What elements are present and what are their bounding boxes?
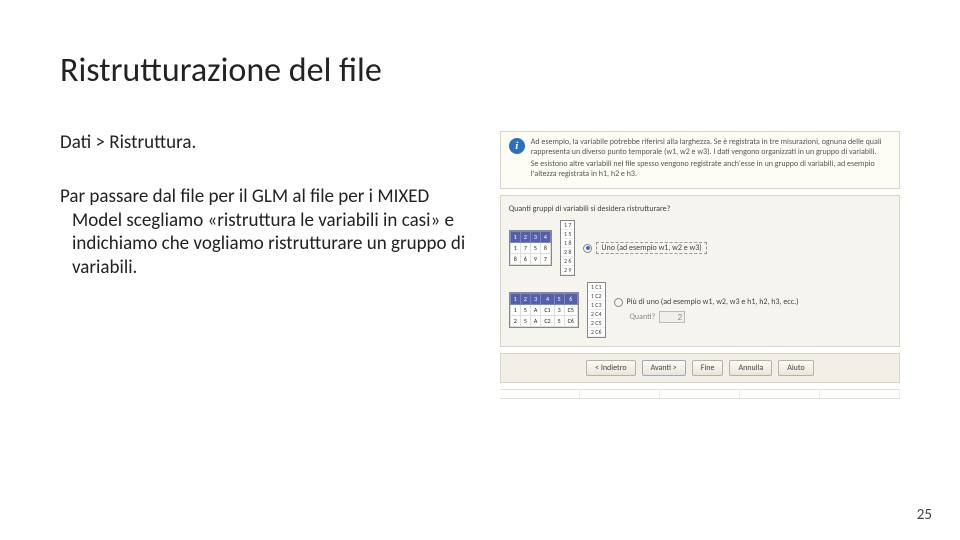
finish-button[interactable]: Fine (692, 360, 724, 376)
option-row-many: 123456 15AC13C5 25AC25C6 1 C11 C21 C3 2 … (509, 282, 891, 338)
count-input[interactable] (659, 311, 685, 323)
thumb-long-1: 1 71 51 8 2 82 62 9 (560, 220, 575, 276)
info-panel: i Ad esempio, la variabile potrebbe rife… (500, 131, 900, 189)
back-button[interactable]: < Indietro (586, 360, 636, 376)
radio-one[interactable]: Uno (ad esempio w1, w2 e w3) (583, 243, 891, 253)
content-row: Dati > Ristruttura. Par passare dal file… (60, 131, 900, 399)
help-button[interactable]: Aiuto (778, 360, 814, 376)
data-strip (500, 389, 900, 399)
info-line-1: Ad esempio, la variabile potrebbe riferi… (531, 138, 891, 157)
page-number: 25 (917, 506, 932, 524)
cancel-button[interactable]: Annulla (729, 360, 772, 376)
radio-many[interactable]: Più di uno (ad esempio w1, w2, w3 e h1, … (614, 297, 891, 323)
dialog-prompt: Quanti gruppi di variabili si desidera r… (509, 204, 891, 214)
info-text: Ad esempio, la variabile potrebbe riferi… (531, 138, 891, 182)
dialog-body: Quanti gruppi di variabili si desidera r… (500, 195, 900, 347)
thumb-wide-2: 123456 15AC13C5 25AC25C6 (509, 292, 579, 328)
wizard-buttons: < Indietro Avanti > Fine Annulla Aiuto (500, 353, 900, 383)
count-label: Quanti? (630, 312, 656, 322)
option-many-label: Più di uno (ad esempio w1, w2, w3 e h1, … (627, 297, 799, 307)
description-text: Par passare dal file per il GLM al file … (60, 185, 480, 280)
radio-icon-unchecked (614, 298, 623, 307)
menu-path: Dati > Ristruttura. (60, 131, 480, 155)
slide-title: Ristrutturazione del file (60, 50, 900, 91)
next-button[interactable]: Avanti > (642, 360, 686, 376)
info-icon: i (509, 138, 525, 154)
info-line-2: Se esistono altre variabili nel file spe… (531, 160, 891, 179)
dialog-screenshot: i Ad esempio, la variabile potrebbe rife… (500, 131, 900, 399)
radio-icon-checked (583, 244, 592, 253)
thumb-two-group: 123456 15AC13C5 25AC25C6 (509, 292, 579, 328)
option-row-one: 1234 1758 8697 1 71 51 8 2 82 62 9 Uno (… (509, 220, 891, 276)
thumb-long-2: 1 C11 C21 C3 2 C42 C52 C6 (587, 282, 606, 338)
slide: Ristrutturazione del file Dati > Ristrut… (0, 0, 960, 540)
thumb-wide-1: 1234 1758 8697 (509, 230, 552, 266)
thumb-one-group: 1234 1758 8697 (509, 230, 552, 266)
count-field: Quanti? (630, 311, 891, 323)
text-column: Dati > Ristruttura. Par passare dal file… (60, 131, 480, 399)
option-one-label: Uno (ad esempio w1, w2 e w3) (596, 242, 706, 254)
